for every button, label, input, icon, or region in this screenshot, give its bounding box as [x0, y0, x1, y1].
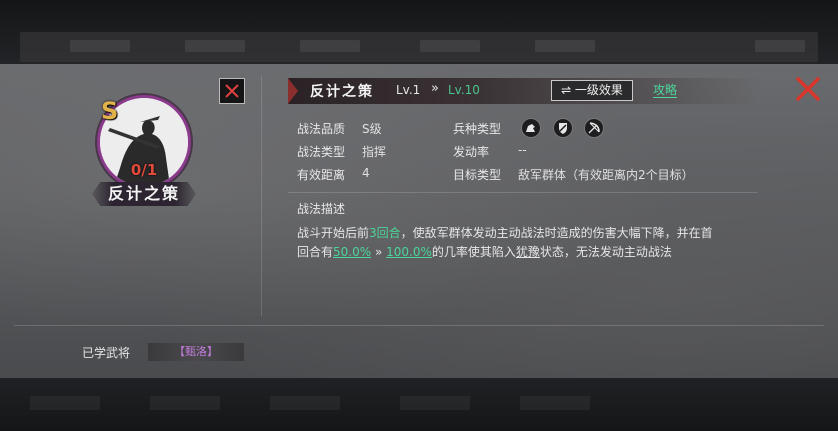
- desc-rate-max: 100.0%: [386, 245, 432, 259]
- description-title: 战法描述: [297, 202, 346, 216]
- bottom-item-blurred: [270, 396, 340, 410]
- learned-general-tag[interactable]: 【甄洛】: [148, 343, 244, 361]
- skill-name-banner-text: 反计之策: [107, 184, 180, 203]
- desc-turns: 3回合: [369, 226, 401, 240]
- strategy-link[interactable]: 攻略: [653, 83, 678, 98]
- close-panel-button[interactable]: [795, 76, 821, 102]
- tab-blurred[interactable]: [70, 40, 130, 52]
- effect-level-button[interactable]: ⇌ 一级效果: [551, 80, 633, 101]
- quality-label: 战法品质: [297, 122, 346, 136]
- desc-part: 回合有: [297, 245, 334, 259]
- bow-icon[interactable]: [584, 118, 604, 138]
- level-arrow-icon: »: [431, 81, 439, 96]
- desc-part: 状态，无法发动主动战法: [539, 245, 672, 259]
- type-label: 战法类型: [297, 145, 346, 159]
- trigger-value: --: [518, 143, 527, 157]
- quality-value: S级: [362, 122, 382, 136]
- range-label: 有效距离: [297, 168, 346, 182]
- learned-generals-label: 已学武将: [82, 346, 131, 360]
- bottom-item-blurred: [400, 396, 470, 410]
- skill-name-banner: 反计之策: [92, 182, 196, 206]
- close-icon: [796, 77, 820, 101]
- desc-arrow: »: [371, 245, 387, 259]
- desc-part: 战斗开始后前: [297, 226, 370, 240]
- tab-blurred[interactable]: [535, 40, 595, 52]
- target-label: 目标类型: [453, 168, 502, 182]
- bottom-item-blurred: [30, 396, 100, 410]
- type-value: 指挥: [362, 145, 387, 159]
- desc-rate-min: 50.0%: [333, 245, 372, 259]
- level-current: Lv.1: [396, 83, 421, 97]
- vertical-divider: [261, 76, 262, 316]
- level-max: Lv.10: [448, 83, 480, 97]
- owned-count: 0/1: [130, 161, 158, 179]
- target-value: 敌军群体（有效距离内2个目标）: [518, 168, 694, 182]
- top-tab-strip: [20, 32, 818, 62]
- tab-blurred[interactable]: [420, 40, 480, 52]
- top-nav-bar: [0, 0, 838, 64]
- header-accent: [288, 78, 298, 104]
- tab-blurred[interactable]: [755, 40, 805, 52]
- bottom-bar: [0, 378, 838, 431]
- description-text: 战斗开始后前3回合，使敌军群体发动主动战法时造成的伤害大幅下降，并在首 回合有5…: [297, 224, 767, 262]
- tab-blurred[interactable]: [185, 40, 245, 52]
- close-icon: [225, 84, 239, 98]
- desc-status[interactable]: 犹豫: [516, 245, 540, 259]
- bottom-item-blurred: [150, 396, 220, 410]
- close-box-button[interactable]: [219, 78, 245, 104]
- panel-divider: [14, 325, 824, 326]
- range-value: 4: [362, 166, 370, 180]
- skill-title: 反计之策: [310, 84, 374, 100]
- cavalry-icon[interactable]: [521, 118, 541, 138]
- tab-blurred[interactable]: [300, 40, 360, 52]
- grade-badge: S: [101, 97, 119, 125]
- info-divider: [288, 192, 758, 193]
- bottom-item-blurred: [520, 396, 590, 410]
- desc-part: ，使敌军群体发动主动战法时造成的伤害大幅下降，并在首: [400, 226, 713, 240]
- skill-detail-panel: S 0/1 反计之策 反计之策 Lv.1 » Lv.10 ⇌ 一级效果 攻略 战…: [0, 64, 838, 378]
- shield-icon[interactable]: [553, 118, 573, 138]
- desc-part: 的几率使其陷入: [431, 245, 516, 259]
- trigger-label: 发动率: [453, 145, 490, 159]
- troop-type-label: 兵种类型: [453, 122, 502, 136]
